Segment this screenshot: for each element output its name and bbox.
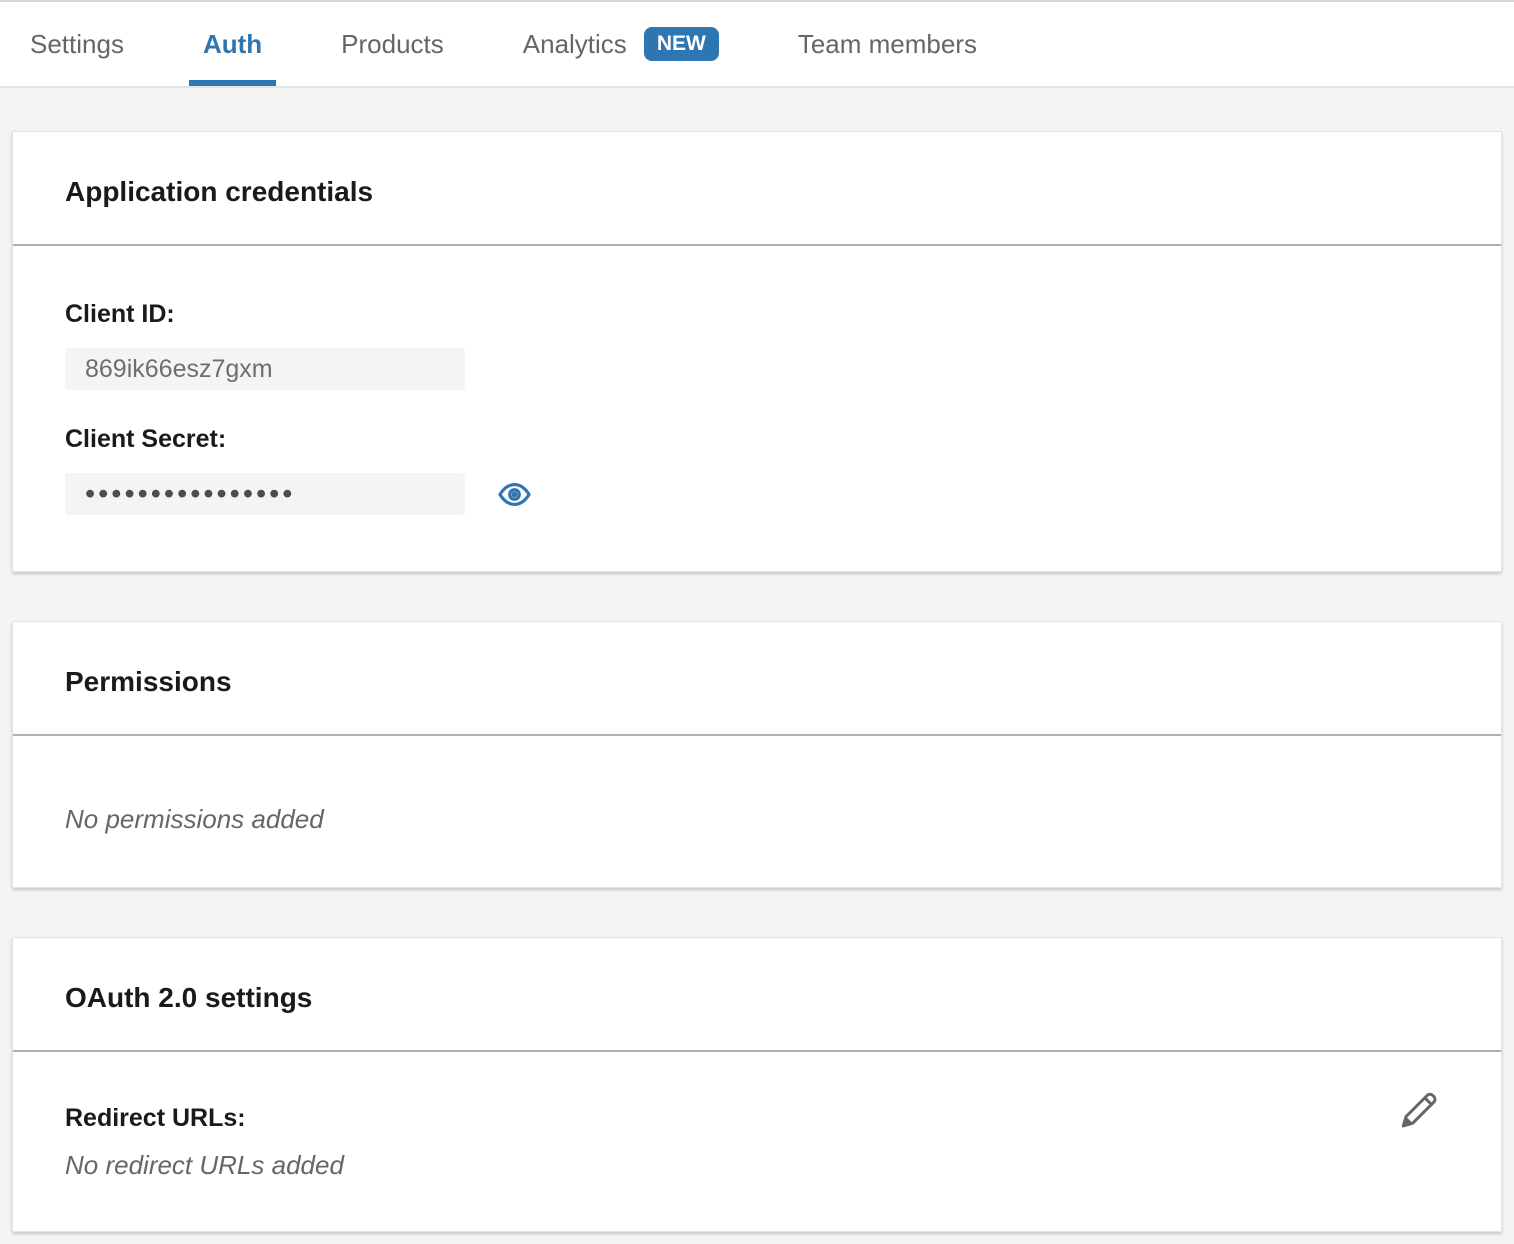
tab-products-label: Products bbox=[341, 29, 444, 60]
tab-analytics[interactable]: Analytics NEW bbox=[509, 2, 733, 86]
client-id-label: Client ID: bbox=[65, 300, 1449, 329]
permissions-body: No permissions added bbox=[13, 736, 1501, 887]
pencil-icon bbox=[1398, 1085, 1440, 1132]
oauth-settings-title: OAuth 2.0 settings bbox=[13, 938, 1501, 1052]
tab-team-members[interactable]: Team members bbox=[784, 2, 991, 86]
client-secret-row: •••••••••••••••• bbox=[65, 473, 1449, 515]
permissions-card: Permissions No permissions added bbox=[12, 621, 1502, 888]
client-secret-label: Client Secret: bbox=[65, 425, 1449, 454]
app-tab-bar: Settings Auth Products Analytics NEW Tea… bbox=[0, 0, 1514, 88]
redirect-urls-label: Redirect URLs: bbox=[65, 1104, 1449, 1133]
auth-tab-content: Application credentials Client ID: 869ik… bbox=[0, 88, 1514, 1232]
tab-settings-label: Settings bbox=[30, 29, 124, 60]
tab-products[interactable]: Products bbox=[327, 2, 458, 86]
tab-auth-label: Auth bbox=[203, 29, 262, 60]
new-badge: NEW bbox=[644, 27, 719, 61]
eye-icon bbox=[496, 478, 533, 511]
application-credentials-body: Client ID: 869ik66esz7gxm Client Secret:… bbox=[13, 246, 1501, 571]
application-credentials-card: Application credentials Client ID: 869ik… bbox=[12, 131, 1502, 572]
oauth-settings-body: Redirect URLs: No redirect URLs added bbox=[13, 1052, 1501, 1231]
edit-redirect-urls-button[interactable] bbox=[1397, 1083, 1441, 1133]
tab-auth[interactable]: Auth bbox=[189, 2, 276, 86]
client-id-value[interactable]: 869ik66esz7gxm bbox=[65, 348, 465, 390]
no-permissions-text: No permissions added bbox=[65, 804, 1449, 835]
permissions-title: Permissions bbox=[13, 622, 1501, 736]
client-secret-masked-value[interactable]: •••••••••••••••• bbox=[65, 473, 465, 515]
no-redirect-urls-text: No redirect URLs added bbox=[65, 1150, 1449, 1181]
oauth-settings-card: OAuth 2.0 settings Redirect URLs: No red… bbox=[12, 937, 1502, 1232]
tab-settings[interactable]: Settings bbox=[16, 2, 138, 86]
application-credentials-title: Application credentials bbox=[13, 132, 1501, 246]
show-client-secret-button[interactable] bbox=[495, 477, 533, 511]
tab-team-members-label: Team members bbox=[798, 29, 977, 60]
tab-analytics-label: Analytics bbox=[523, 29, 627, 60]
